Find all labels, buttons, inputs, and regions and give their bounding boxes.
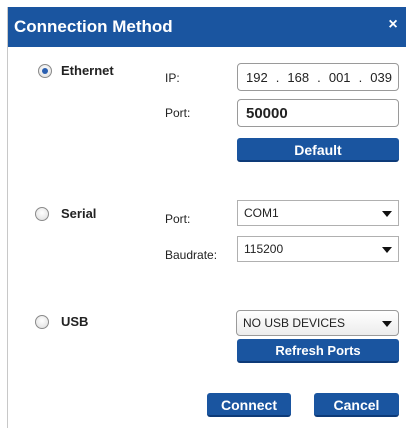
chevron-down-icon — [382, 211, 392, 217]
serial-radio[interactable] — [35, 207, 49, 221]
ip-octet-4[interactable]: 039 — [370, 70, 392, 85]
ip-separator: . — [317, 69, 321, 85]
refresh-ports-button[interactable]: Refresh Ports — [237, 339, 399, 363]
ethernet-port-input[interactable]: 50000 — [237, 99, 399, 127]
ip-separator: . — [275, 69, 280, 85]
ethernet-radio[interactable] — [38, 64, 52, 78]
usb-device-select[interactable]: NO USB DEVICES — [236, 310, 399, 336]
connect-button[interactable]: Connect — [207, 393, 291, 417]
ip-octet-2[interactable]: 168 — [287, 70, 309, 85]
ip-octet-3[interactable]: 001 — [329, 70, 351, 85]
serial-port-select[interactable]: COM1 — [237, 200, 399, 226]
ip-address-input[interactable]: 192 . 168 . 001 . 039 — [237, 63, 399, 91]
default-button[interactable]: Default — [237, 138, 399, 162]
cancel-button[interactable]: Cancel — [314, 393, 399, 417]
usb-label: USB — [61, 314, 89, 329]
dialog-title: Connection Method — [14, 17, 173, 36]
close-icon[interactable]: × — [384, 16, 402, 34]
baudrate-value: 115200 — [244, 242, 284, 256]
ip-separator: . — [358, 69, 363, 85]
dialog-titlebar: Connection Method × — [8, 7, 406, 47]
ip-octet-1[interactable]: 192 — [246, 70, 268, 85]
serial-port-value: COM1 — [244, 206, 279, 220]
chevron-down-icon — [382, 321, 392, 327]
baudrate-label: Baudrate: — [165, 248, 218, 262]
ethernet-port-label: Port: — [165, 106, 191, 120]
connection-method-dialog: Connection Method × Ethernet IP: 192 . 1… — [7, 7, 406, 428]
baudrate-select[interactable]: 115200 — [237, 236, 399, 262]
serial-port-label: Port: — [165, 212, 191, 226]
chevron-down-icon — [382, 247, 392, 253]
serial-label: Serial — [61, 206, 97, 221]
usb-radio[interactable] — [35, 315, 49, 329]
ethernet-label: Ethernet — [61, 63, 114, 78]
ip-label: IP: — [165, 71, 180, 85]
usb-device-value: NO USB DEVICES — [243, 316, 346, 330]
